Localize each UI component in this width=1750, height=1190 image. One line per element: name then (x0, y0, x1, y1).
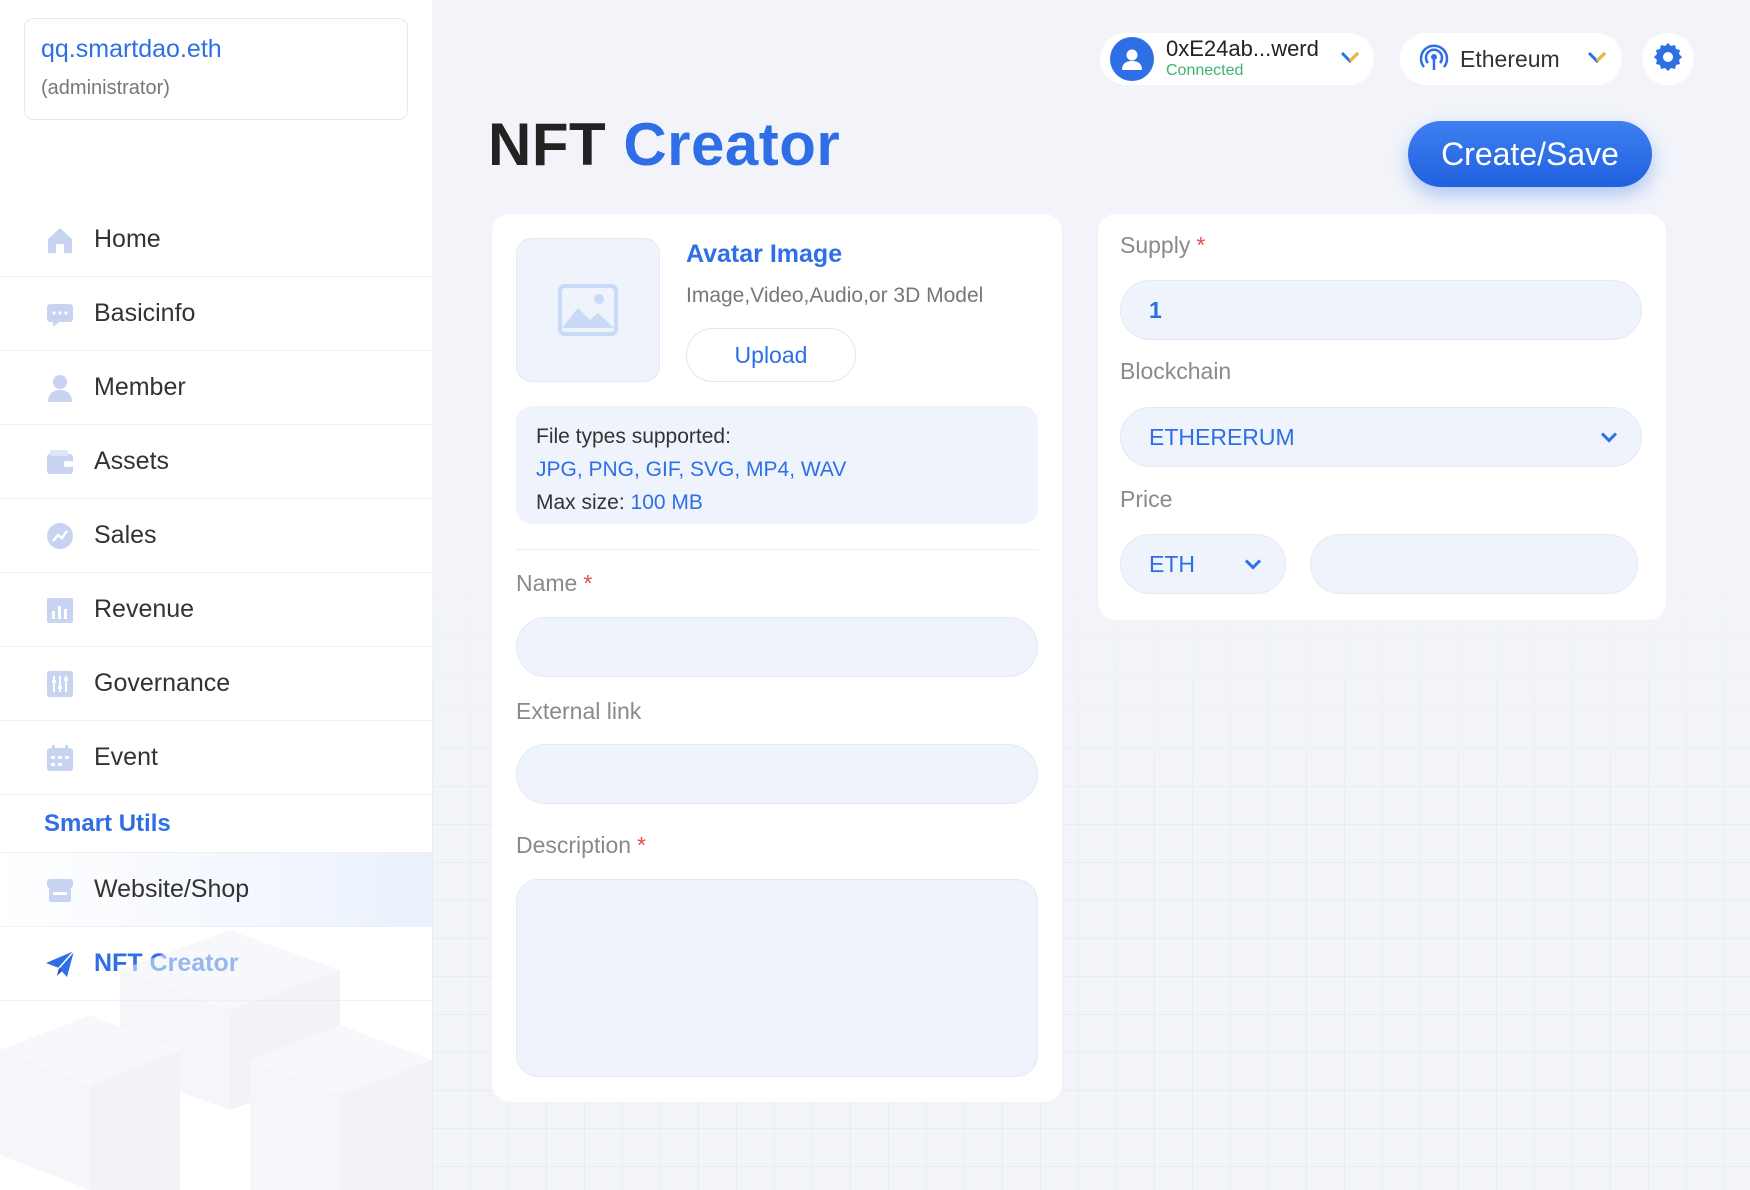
required-mark: * (583, 570, 593, 596)
price-input[interactable] (1310, 534, 1638, 594)
max-size-label: Max size: (536, 491, 625, 514)
page-title-part2: Creator (623, 111, 841, 178)
wallet-selector[interactable]: 0xE24ab...werd Connected (1100, 33, 1374, 85)
trend-icon (44, 520, 76, 552)
chat-icon (44, 298, 76, 330)
file-types-label: File types supported: (536, 425, 731, 448)
sidebar-item-website-shop[interactable]: Website/Shop (0, 853, 432, 927)
price-currency-select[interactable]: ETH (1120, 534, 1286, 594)
wallet-status: Connected (1166, 62, 1244, 79)
sidebar-item-label: Sales (94, 521, 157, 549)
sidebar-item-label: Assets (94, 447, 170, 475)
supply-label-text: Supply (1120, 232, 1191, 258)
gear-icon (1652, 41, 1684, 78)
sliders-icon (44, 668, 76, 700)
wallet-icon (44, 446, 76, 478)
sidebar-item-label: Home (94, 225, 161, 253)
settings-button[interactable] (1642, 33, 1694, 85)
wallet-address: 0xE24ab...werd (1166, 36, 1319, 61)
sidebar-item-label: Basicinfo (94, 299, 196, 327)
page-title: NFT Creator (488, 110, 840, 179)
external-link-input[interactable] (516, 744, 1038, 804)
blockchain-label: Blockchain (1120, 358, 1232, 384)
account-card[interactable]: qq.smartdao.eth (administrator) (24, 18, 408, 120)
sidebar-item-sales[interactable]: Sales (0, 499, 432, 573)
sidebar-item-label: Member (94, 373, 186, 401)
user-icon (44, 372, 76, 404)
required-mark: * (637, 832, 646, 858)
sidebar-item-assets[interactable]: Assets (0, 425, 432, 499)
blockchain-selected: ETHERERUM (1149, 423, 1295, 450)
chevron-down-icon (1339, 49, 1361, 70)
broadcast-icon (1418, 42, 1450, 77)
supply-label: Supply * (1120, 232, 1205, 259)
shop-icon (44, 874, 76, 906)
sidebar-item-label: Revenue (94, 595, 195, 623)
nft-details-card: Avatar Image Image,Video,Audio,or 3D Mod… (492, 214, 1062, 1102)
external-link-label: External link (516, 698, 642, 724)
avatar-image-title: Avatar Image (686, 240, 843, 268)
home-icon (44, 224, 76, 256)
nft-settings-card: Supply * 1 Blockchain ETHERERUM Price ETH (1098, 214, 1666, 620)
name-label: Name * (516, 570, 592, 597)
chevron-down-icon (1599, 424, 1619, 451)
max-size-value: 100 MB (630, 491, 703, 514)
avatar-image-dropzone[interactable] (516, 238, 660, 382)
avatar-image-subtitle: Image,Video,Audio,or 3D Model (686, 284, 984, 307)
description-textarea[interactable] (516, 879, 1038, 1077)
sidebar-section-smart-utils: Smart Utils (0, 795, 432, 853)
sidebar-item-label: Website/Shop (94, 875, 250, 903)
sidebar: qq.smartdao.eth (administrator) Home Bas… (0, 0, 432, 1190)
network-label: Ethereum (1460, 45, 1560, 72)
image-placeholder-icon (558, 284, 618, 336)
price-label: Price (1120, 486, 1173, 512)
calendar-icon (44, 742, 76, 774)
sidebar-item-nft-creator[interactable]: NFT Creator (0, 927, 432, 1001)
bar-chart-icon (44, 594, 76, 626)
chevron-down-icon (1586, 49, 1608, 70)
user-icon (1122, 49, 1142, 70)
file-types-list: JPG, PNG, GIF, SVG, MP4, WAV (536, 458, 847, 481)
file-types-info: File types supported: JPG, PNG, GIF, SVG… (516, 406, 1038, 524)
network-selector[interactable]: Ethereum (1400, 33, 1622, 85)
required-mark: * (1196, 232, 1206, 258)
sidebar-item-governance[interactable]: Governance (0, 647, 432, 721)
wallet-avatar (1110, 37, 1154, 81)
sidebar-item-home[interactable]: Home (0, 203, 432, 277)
divider (516, 549, 1038, 550)
upload-button[interactable]: Upload (686, 328, 856, 382)
account-name[interactable]: qq.smartdao.eth (41, 33, 391, 65)
supply-value: 1 (1149, 296, 1162, 323)
description-label-text: Description (516, 832, 632, 858)
sidebar-item-revenue[interactable]: Revenue (0, 573, 432, 647)
account-role: (administrator) (41, 77, 170, 99)
sidebar-item-label: Event (94, 743, 158, 771)
description-label: Description * (516, 832, 646, 859)
name-label-text: Name (516, 570, 578, 596)
sidebar-item-label: NFT Creator (94, 949, 239, 977)
main-content: 0xE24ab...werd Connected Ethereum NFT Cr… (432, 0, 1750, 1190)
page-title-part1: NFT (488, 111, 607, 178)
sidebar-item-member[interactable]: Member (0, 351, 432, 425)
name-input[interactable] (516, 617, 1038, 677)
supply-input[interactable]: 1 (1120, 280, 1642, 340)
price-currency-selected: ETH (1149, 550, 1195, 577)
chevron-down-icon (1243, 551, 1263, 578)
blockchain-select[interactable]: ETHERERUM (1120, 407, 1642, 467)
sidebar-item-event[interactable]: Event (0, 721, 432, 795)
paper-plane-icon (44, 948, 76, 980)
sidebar-nav: Home Basicinfo Member Assets Sales Reven… (0, 203, 432, 1001)
sidebar-item-label: Governance (94, 669, 231, 697)
create-save-button[interactable]: Create/Save (1408, 121, 1652, 187)
sidebar-item-basicinfo[interactable]: Basicinfo (0, 277, 432, 351)
